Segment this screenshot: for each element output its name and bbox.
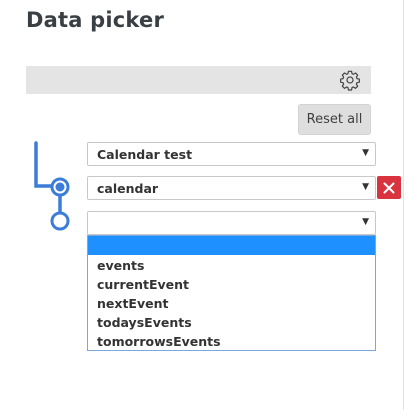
search-bar[interactable]: [26, 66, 371, 94]
dropdown-option[interactable]: tomorrowsEvents: [88, 332, 375, 351]
data-picker-panel: Data picker Reset all Calendar test ▼ ca…: [0, 0, 404, 410]
gear-icon[interactable]: [339, 69, 361, 91]
select-field[interactable]: ▼: [87, 211, 376, 235]
dropdown-option[interactable]: events: [88, 256, 375, 275]
dropdown-list: events currentEvent nextEvent todaysEven…: [87, 235, 376, 351]
dropdown-option[interactable]: currentEvent: [88, 275, 375, 294]
dropdown-option[interactable]: nextEvent: [88, 294, 375, 313]
select-source-value: Calendar test: [97, 146, 193, 162]
page-title: Data picker: [26, 8, 165, 32]
chevron-down-icon: ▼: [362, 148, 369, 158]
select-collection-value: calendar: [97, 180, 159, 196]
chevron-down-icon: ▼: [362, 182, 369, 192]
select-source[interactable]: Calendar test ▼: [87, 142, 376, 166]
remove-level-button[interactable]: [377, 176, 401, 199]
reset-all-button[interactable]: Reset all: [298, 104, 371, 135]
select-collection[interactable]: calendar ▼: [87, 176, 376, 200]
chevron-down-icon: ▼: [362, 217, 369, 227]
path-tree-connector: [34, 141, 70, 231]
dropdown-option-empty[interactable]: [88, 236, 375, 255]
close-icon: [383, 182, 395, 193]
dropdown-option[interactable]: todaysEvents: [88, 313, 375, 332]
